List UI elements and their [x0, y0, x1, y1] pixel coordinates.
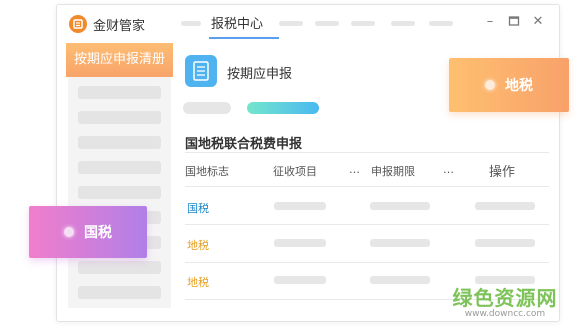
app-title: 金财管家: [93, 19, 146, 34]
maximize-icon[interactable]: [507, 15, 521, 29]
table-cell-placeholder: [370, 239, 430, 247]
dot-icon: [64, 227, 74, 237]
title-bar: 金财管家 报税中心 – ✕: [57, 5, 559, 43]
column-header-flag: 国地标志: [185, 165, 229, 178]
divider: [185, 262, 549, 263]
sidebar: 按期应申报清册: [66, 43, 173, 308]
table-row-flag: 地税: [187, 276, 209, 289]
table-cell-placeholder: [274, 276, 326, 284]
card-title: 按期应申报: [227, 67, 293, 82]
local-tax-label: 地税: [505, 78, 533, 94]
tab-placeholder[interactable]: [181, 21, 201, 26]
table-cell-placeholder: [370, 276, 430, 284]
column-header-more[interactable]: …: [349, 163, 360, 176]
status-placeholder: [183, 102, 231, 114]
divider: [185, 186, 549, 187]
table-cell-placeholder: [274, 239, 326, 247]
watermark-text: 绿色资源网: [452, 286, 558, 310]
divider: [185, 152, 549, 153]
tab-placeholder[interactable]: [279, 21, 303, 26]
national-tax-label: 国税: [84, 225, 112, 241]
column-header-item: 征收项目: [273, 165, 317, 178]
local-tax-badge[interactable]: 地税: [449, 58, 569, 112]
tab-placeholder[interactable]: [351, 21, 375, 26]
tab-tax-center[interactable]: 报税中心: [211, 13, 263, 32]
column-header-deadline: 申报期限: [371, 165, 415, 178]
active-tab-indicator: [209, 37, 279, 39]
table-cell-placeholder: [370, 202, 430, 210]
sidebar-item[interactable]: [78, 111, 161, 124]
watermark: 绿色资源网 www.downcc.com: [440, 282, 570, 319]
minimize-icon[interactable]: –: [483, 15, 497, 29]
table-row-flag: 地税: [187, 239, 209, 252]
dot-icon: [485, 80, 495, 90]
column-header-action: 操作: [489, 165, 516, 180]
document-icon: [185, 55, 217, 87]
declare-button[interactable]: [247, 102, 319, 114]
sidebar-item[interactable]: [78, 86, 161, 99]
sidebar-item[interactable]: [78, 186, 161, 199]
sidebar-header[interactable]: 按期应申报清册: [66, 43, 173, 77]
sidebar-item[interactable]: [78, 261, 161, 274]
table-row-flag: 国税: [187, 202, 209, 215]
national-tax-badge[interactable]: 国税: [29, 206, 147, 258]
column-header-more[interactable]: …: [443, 163, 454, 176]
app-window: 金财管家 报税中心 – ✕ 按期应申报清册 按期应申报 国地税联合税费申报 国地…: [56, 4, 560, 322]
sidebar-item[interactable]: [78, 286, 161, 299]
app-logo-icon: [69, 15, 87, 33]
row-action-button[interactable]: [475, 239, 535, 247]
sidebar-item[interactable]: [78, 136, 161, 149]
tab-placeholder[interactable]: [391, 21, 415, 26]
section-title: 国地税联合税费申报: [185, 137, 303, 152]
tab-placeholder[interactable]: [429, 21, 453, 26]
tab-placeholder[interactable]: [315, 21, 339, 26]
close-icon[interactable]: ✕: [531, 15, 545, 29]
row-action-button[interactable]: [475, 202, 535, 210]
sidebar-item[interactable]: [78, 161, 161, 174]
divider: [185, 224, 549, 225]
table-cell-placeholder: [274, 202, 326, 210]
